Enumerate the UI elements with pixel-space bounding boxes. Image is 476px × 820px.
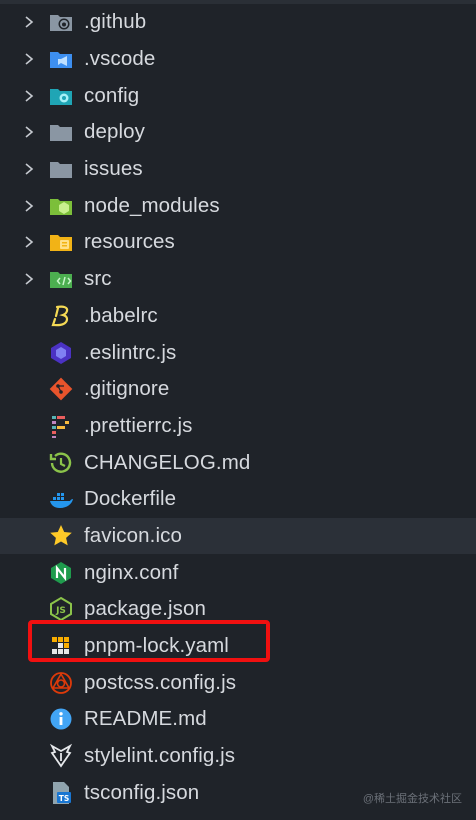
- tree-item-label: stylelint.config.js: [84, 744, 236, 768]
- stylelint-icon: [48, 743, 74, 769]
- tree-item-deploy[interactable]: deploy: [0, 114, 476, 151]
- file-explorer: .github .vscode config deploy issues nod…: [0, 0, 476, 820]
- tree-item-resources[interactable]: resources: [0, 224, 476, 261]
- chevron-right-icon[interactable]: [22, 125, 36, 139]
- tree-item-babelrc[interactable]: .babelrc: [0, 298, 476, 335]
- tree-item-label: .vscode: [84, 47, 156, 71]
- tree-item-readme[interactable]: README.md: [0, 701, 476, 738]
- chevron-right-icon[interactable]: [22, 199, 36, 213]
- tree-item-label: CHANGELOG.md: [84, 450, 251, 474]
- star-icon: [48, 523, 74, 549]
- tree-item-label: postcss.config.js: [84, 670, 237, 694]
- tree-item-config[interactable]: config: [0, 77, 476, 114]
- tree-item-label: README.md: [84, 707, 207, 731]
- eslint-icon: [48, 340, 74, 366]
- chevron-right-icon[interactable]: [22, 272, 36, 286]
- docker-icon: [48, 486, 74, 512]
- tree-item-issues[interactable]: issues: [0, 151, 476, 188]
- tree-item-label: Dockerfile: [84, 487, 177, 511]
- tree-item-postcss-config[interactable]: postcss.config.js: [0, 664, 476, 701]
- tree-item-gitignore[interactable]: .gitignore: [0, 371, 476, 408]
- chevron-right-icon[interactable]: [22, 15, 36, 29]
- tree-item-pnpm-lock[interactable]: pnpm-lock.yaml: [0, 628, 476, 665]
- src-folder-icon: [48, 266, 74, 292]
- tree-item-nginx[interactable]: nginx.conf: [0, 554, 476, 591]
- tree-item-package-json[interactable]: JS package.json: [0, 591, 476, 628]
- chevron-right-icon[interactable]: [22, 162, 36, 176]
- tree-item-node-modules[interactable]: node_modules: [0, 187, 476, 224]
- tsconfig-icon: TS: [48, 780, 74, 806]
- tree-item-changelog[interactable]: CHANGELOG.md: [0, 444, 476, 481]
- tree-item-label: nginx.conf: [84, 560, 179, 584]
- svg-text:JS: JS: [55, 606, 66, 616]
- tree-item-label: .eslintrc.js: [84, 340, 177, 364]
- info-icon: [48, 706, 74, 732]
- pnpm-icon: [48, 633, 74, 659]
- node-folder-icon: [48, 193, 74, 219]
- tree-item-label: issues: [84, 157, 143, 181]
- tree-item-label: .gitignore: [84, 377, 170, 401]
- tree-item-label: pnpm-lock.yaml: [84, 634, 229, 658]
- chevron-right-icon[interactable]: [22, 235, 36, 249]
- chevron-right-icon[interactable]: [22, 89, 36, 103]
- changelog-icon: [48, 450, 74, 476]
- tree-item-label: deploy: [84, 120, 146, 144]
- tree-item-prettierrc[interactable]: .prettierrc.js: [0, 408, 476, 445]
- postcss-icon: [48, 670, 74, 696]
- config-folder-icon: [48, 83, 74, 109]
- tree-item-src[interactable]: src: [0, 261, 476, 298]
- nodejs-icon: JS: [48, 596, 74, 622]
- tree-item-label: tsconfig.json: [84, 780, 200, 804]
- tree-item-label: .github: [84, 10, 147, 34]
- nginx-icon: [48, 560, 74, 586]
- tree-item-stylelint-config[interactable]: stylelint.config.js: [0, 738, 476, 775]
- tree-item-label: .prettierrc.js: [84, 413, 193, 437]
- github-folder-icon: [48, 9, 74, 35]
- tree-item-label: node_modules: [84, 193, 220, 217]
- tree-item-github[interactable]: .github: [0, 4, 476, 41]
- tree-item-label: resources: [84, 230, 175, 254]
- tree-item-label: .babelrc: [84, 303, 158, 327]
- tree-item-eslintrc[interactable]: .eslintrc.js: [0, 334, 476, 371]
- tree-item-dockerfile[interactable]: Dockerfile: [0, 481, 476, 518]
- vscode-folder-icon: [48, 46, 74, 72]
- folder-icon: [48, 119, 74, 145]
- tree-item-vscode[interactable]: .vscode: [0, 41, 476, 78]
- watermark: @稀土掘金技术社区: [362, 793, 462, 805]
- tree-item-label: package.json: [84, 597, 207, 621]
- folder-icon: [48, 156, 74, 182]
- tree-item-favicon[interactable]: favicon.ico: [0, 517, 476, 555]
- resources-folder-icon: [48, 229, 74, 255]
- babel-icon: [48, 303, 74, 329]
- tree-item-label: src: [84, 267, 112, 291]
- tree-item-label: config: [84, 83, 140, 107]
- tree-item-label: favicon.ico: [84, 523, 182, 547]
- git-icon: [48, 376, 74, 402]
- prettier-icon: [48, 413, 74, 439]
- chevron-right-icon[interactable]: [22, 52, 36, 66]
- svg-text:TS: TS: [59, 794, 70, 803]
